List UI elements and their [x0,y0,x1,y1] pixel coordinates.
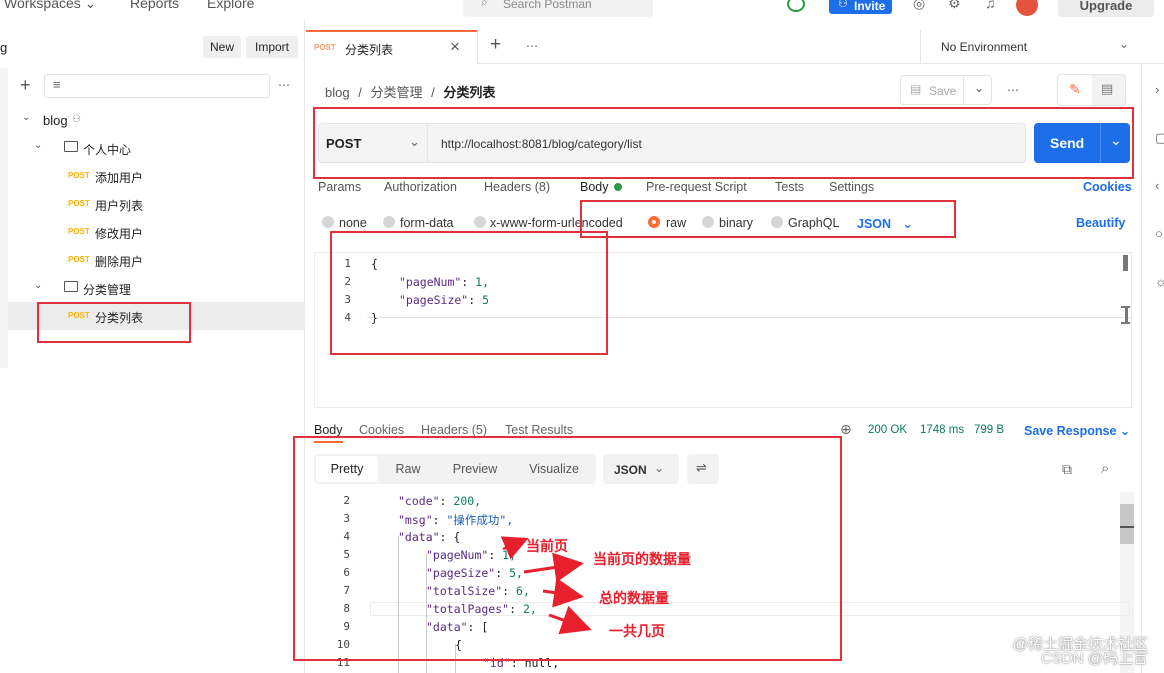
annotation-total-pages: 一共几页 [609,623,665,639]
arrow-total-count [542,577,584,608]
annotation-total-count: 总的数据量 [599,590,669,606]
annotation-current-page: 当前页 [526,538,568,554]
arrow-current-page [500,536,529,560]
annotation-arrows [500,536,592,635]
arrow-current-page-count [523,552,584,583]
watermark-line-2: CSDN @码上言 [1041,650,1148,667]
arrow-total-pages [548,605,592,635]
annotation-current-page-count: 当前页的数据量 [593,551,691,567]
